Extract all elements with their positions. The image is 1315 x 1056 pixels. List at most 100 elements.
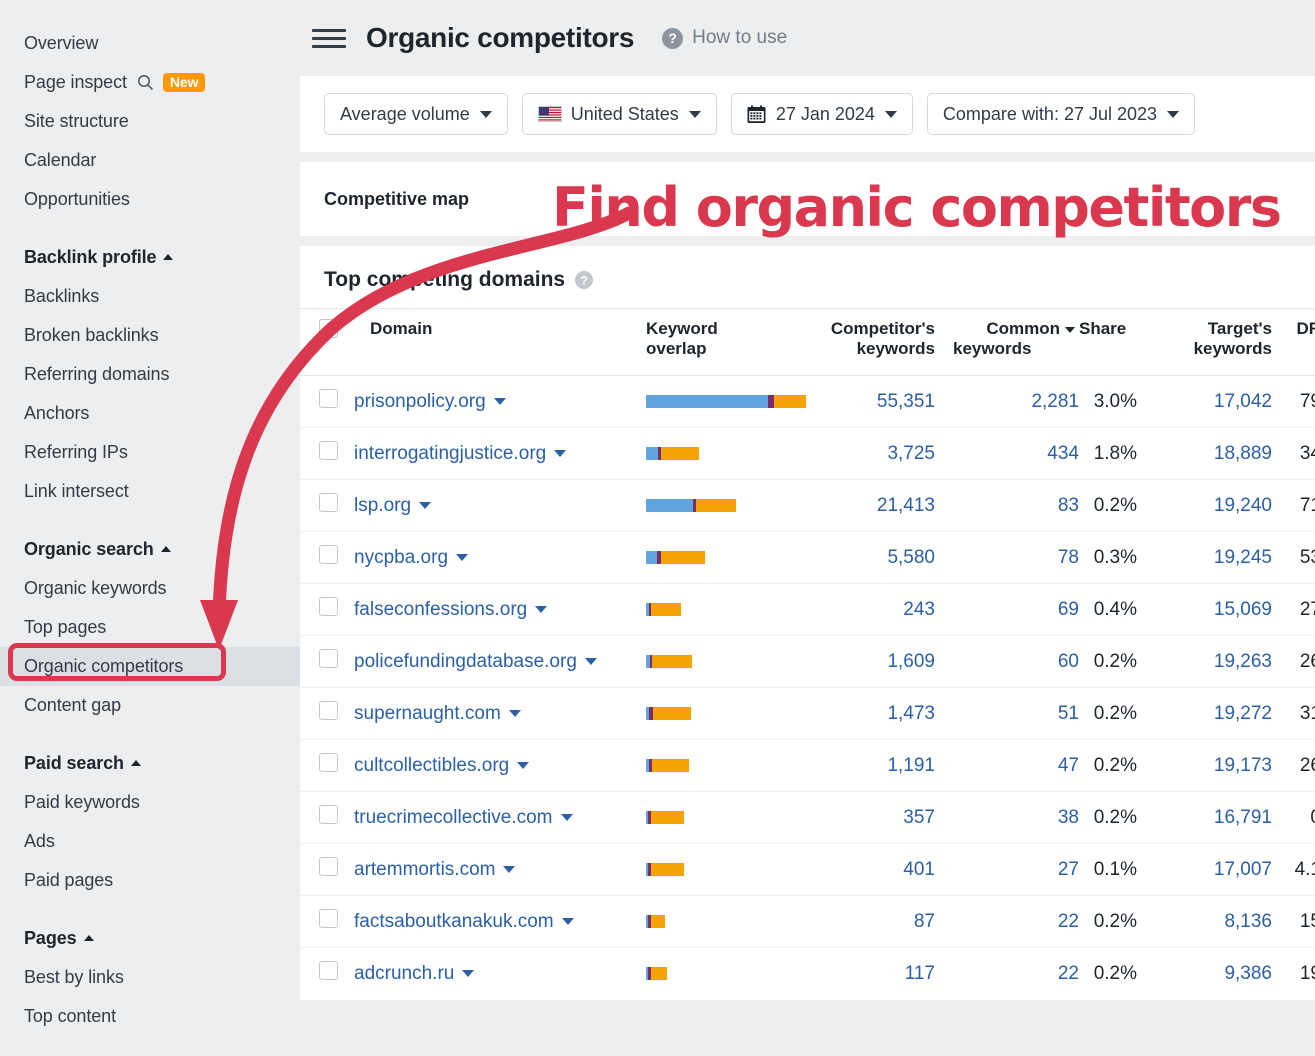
domain-link[interactable]: cultcollectibles.org <box>354 755 509 776</box>
sidebar-item-page-inspect[interactable]: Page inspect New <box>0 63 300 102</box>
common-keywords-cell[interactable]: 434 <box>949 427 1079 480</box>
chevron-down-icon[interactable] <box>561 917 574 925</box>
common-keywords-cell[interactable]: 47 <box>949 739 1079 792</box>
row-checkbox[interactable] <box>319 649 338 668</box>
row-checkbox[interactable] <box>319 701 338 720</box>
column-header-domain[interactable]: Domain <box>346 308 646 376</box>
target-keywords-cell[interactable]: 18,889 <box>1151 427 1286 480</box>
domain-link[interactable]: artemmortis.com <box>354 859 495 880</box>
sidebar-item-calendar[interactable]: Calendar <box>0 141 300 180</box>
chevron-down-icon[interactable] <box>493 397 506 405</box>
target-keywords-cell[interactable]: 16,791 <box>1151 791 1286 844</box>
competitor-keywords-cell[interactable]: 401 <box>806 843 949 896</box>
table-row[interactable]: adcrunch.ru 117220.2%9,38619 <box>300 947 1315 1000</box>
row-checkbox[interactable] <box>319 909 338 928</box>
hamburger-icon[interactable] <box>312 28 346 48</box>
date-selector[interactable]: 27 Jan 2024 <box>730 93 913 135</box>
target-keywords-cell[interactable]: 19,245 <box>1151 531 1286 584</box>
target-keywords-cell[interactable]: 19,272 <box>1151 687 1286 740</box>
column-header-competitor-keywords[interactable]: Competitor's keywords <box>806 308 949 376</box>
sidebar-item-site-structure[interactable]: Site structure <box>0 102 300 141</box>
country-selector[interactable]: United States <box>521 93 717 135</box>
competitor-keywords-cell[interactable]: 1,609 <box>806 635 949 688</box>
target-keywords-cell[interactable]: 19,240 <box>1151 479 1286 532</box>
common-keywords-cell[interactable]: 69 <box>949 583 1079 636</box>
column-header-dr[interactable]: DR <box>1286 308 1315 376</box>
sidebar-item-best-by-links[interactable]: Best by links <box>0 958 300 997</box>
table-row[interactable]: interrogatingjustice.org 3,725 434 1.8% 18,8… <box>300 427 1315 480</box>
common-keywords-cell[interactable]: 22 <box>949 947 1079 1000</box>
row-checkbox[interactable] <box>319 493 338 512</box>
chevron-down-icon[interactable] <box>419 501 432 509</box>
table-row[interactable]: truecrimecollective.com 357380.2%16,7910 <box>300 791 1315 844</box>
sidebar-item-backlink-profile[interactable]: Backlink profile <box>0 237 300 277</box>
row-checkbox[interactable] <box>319 961 338 981</box>
sidebar-item-anchors[interactable]: Anchors <box>0 394 300 433</box>
competitor-keywords-cell[interactable]: 5,580 <box>806 531 949 584</box>
row-checkbox[interactable] <box>319 441 338 460</box>
common-keywords-cell[interactable]: 38 <box>949 791 1079 844</box>
competitor-keywords-cell[interactable]: 117 <box>806 947 949 1000</box>
chevron-down-icon[interactable] <box>560 813 573 821</box>
target-keywords-cell[interactable]: 17,007 <box>1151 843 1286 896</box>
table-row[interactable]: supernaught.com 1,473510.2%19,27231 <box>300 687 1315 740</box>
domain-link[interactable]: adcrunch.ru <box>354 963 454 984</box>
sidebar-item-referring-domains[interactable]: Referring domains <box>0 355 300 394</box>
sidebar-item-opportunities[interactable]: Opportunities <box>0 180 300 219</box>
common-keywords-cell[interactable]: 2,281 <box>949 375 1079 428</box>
row-checkbox[interactable] <box>319 805 338 824</box>
competitor-keywords-cell[interactable]: 357 <box>806 791 949 844</box>
competitor-keywords-cell[interactable]: 21,413 <box>806 479 949 532</box>
target-keywords-cell[interactable]: 19,263 <box>1151 635 1286 688</box>
common-keywords-cell[interactable]: 60 <box>949 635 1079 688</box>
chevron-down-icon[interactable] <box>503 865 516 873</box>
chevron-down-icon[interactable] <box>462 970 475 978</box>
sidebar-item-broken-backlinks[interactable]: Broken backlinks <box>0 316 300 355</box>
sidebar-item-referring-ips[interactable]: Referring IPs <box>0 433 300 472</box>
domain-link[interactable]: lsp.org <box>354 495 411 516</box>
common-keywords-cell[interactable]: 83 <box>949 479 1079 532</box>
row-checkbox[interactable] <box>319 857 338 876</box>
sidebar-item-paid-keywords[interactable]: Paid keywords <box>0 783 300 822</box>
common-keywords-cell[interactable]: 51 <box>949 687 1079 740</box>
target-keywords-cell[interactable]: 19,173 <box>1151 739 1286 792</box>
row-checkbox[interactable] <box>319 753 338 772</box>
chevron-down-icon[interactable] <box>554 449 567 457</box>
domain-link[interactable]: truecrimecollective.com <box>354 807 553 828</box>
table-row[interactable]: policefundingdatabase.org 1,609 60 0.2% 19,2… <box>300 635 1315 688</box>
domain-link[interactable]: prisonpolicy.org <box>354 391 486 412</box>
sidebar-item-paid-search[interactable]: Paid search <box>0 743 300 783</box>
sidebar-item-paid-pages[interactable]: Paid pages <box>0 861 300 900</box>
table-row[interactable]: nycpba.org 5,580780.3%19,24553 <box>300 531 1315 584</box>
competitor-keywords-cell[interactable]: 1,473 <box>806 687 949 740</box>
metric-selector[interactable]: Average volume <box>324 93 508 135</box>
sidebar-item-backlinks[interactable]: Backlinks <box>0 277 300 316</box>
chevron-down-icon[interactable] <box>517 761 530 769</box>
competitor-keywords-cell[interactable]: 87 <box>806 895 949 948</box>
column-header-share[interactable]: Share <box>1079 308 1151 376</box>
column-header-target-keywords[interactable]: Target's keywords <box>1151 308 1286 376</box>
sidebar-item-organic-search[interactable]: Organic search <box>0 529 300 569</box>
row-checkbox[interactable] <box>319 545 338 564</box>
domain-link[interactable]: nycpba.org <box>354 547 448 568</box>
common-keywords-cell[interactable]: 78 <box>949 531 1079 584</box>
sidebar-item-content-gap[interactable]: Content gap <box>0 686 300 725</box>
sidebar-item-overview[interactable]: Overview <box>0 24 300 63</box>
table-row[interactable]: artemmortis.com 401270.1%17,0074.1 <box>300 843 1315 896</box>
table-row[interactable]: cultcollectibles.org 1,191470.2%19,17326 <box>300 739 1315 792</box>
table-row[interactable]: factsaboutkanakuk.com 87220.2%8,13615 <box>300 895 1315 948</box>
sidebar-item-top-content[interactable]: Top content <box>0 997 300 1036</box>
domain-link[interactable]: falseconfessions.org <box>354 599 527 620</box>
competitor-keywords-cell[interactable]: 1,191 <box>806 739 949 792</box>
column-header-keyword-overlap[interactable]: Keyword overlap <box>646 308 806 376</box>
question-circle-icon[interactable]: ? <box>575 271 594 289</box>
competitor-keywords-cell[interactable]: 243 <box>806 583 949 636</box>
search-icon[interactable] <box>137 74 154 91</box>
domain-link[interactable]: supernaught.com <box>354 703 501 724</box>
competitor-keywords-cell[interactable]: 3,725 <box>806 427 949 480</box>
sidebar-item-top-pages[interactable]: Top pages <box>0 608 300 647</box>
common-keywords-cell[interactable]: 27 <box>949 843 1079 896</box>
row-checkbox[interactable] <box>319 389 338 408</box>
target-keywords-cell[interactable]: 8,136 <box>1151 895 1286 948</box>
competitor-keywords-cell[interactable]: 55,351 <box>806 375 949 428</box>
